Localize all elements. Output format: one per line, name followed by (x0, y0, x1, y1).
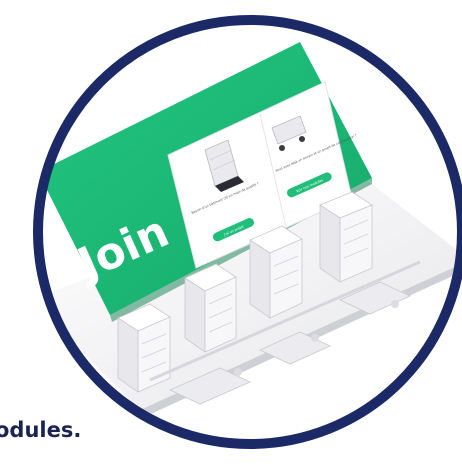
caption-text: odules. (0, 418, 82, 442)
hero-illustration: Join Besoin d'un bâtiment clé en main de… (33, 15, 462, 449)
